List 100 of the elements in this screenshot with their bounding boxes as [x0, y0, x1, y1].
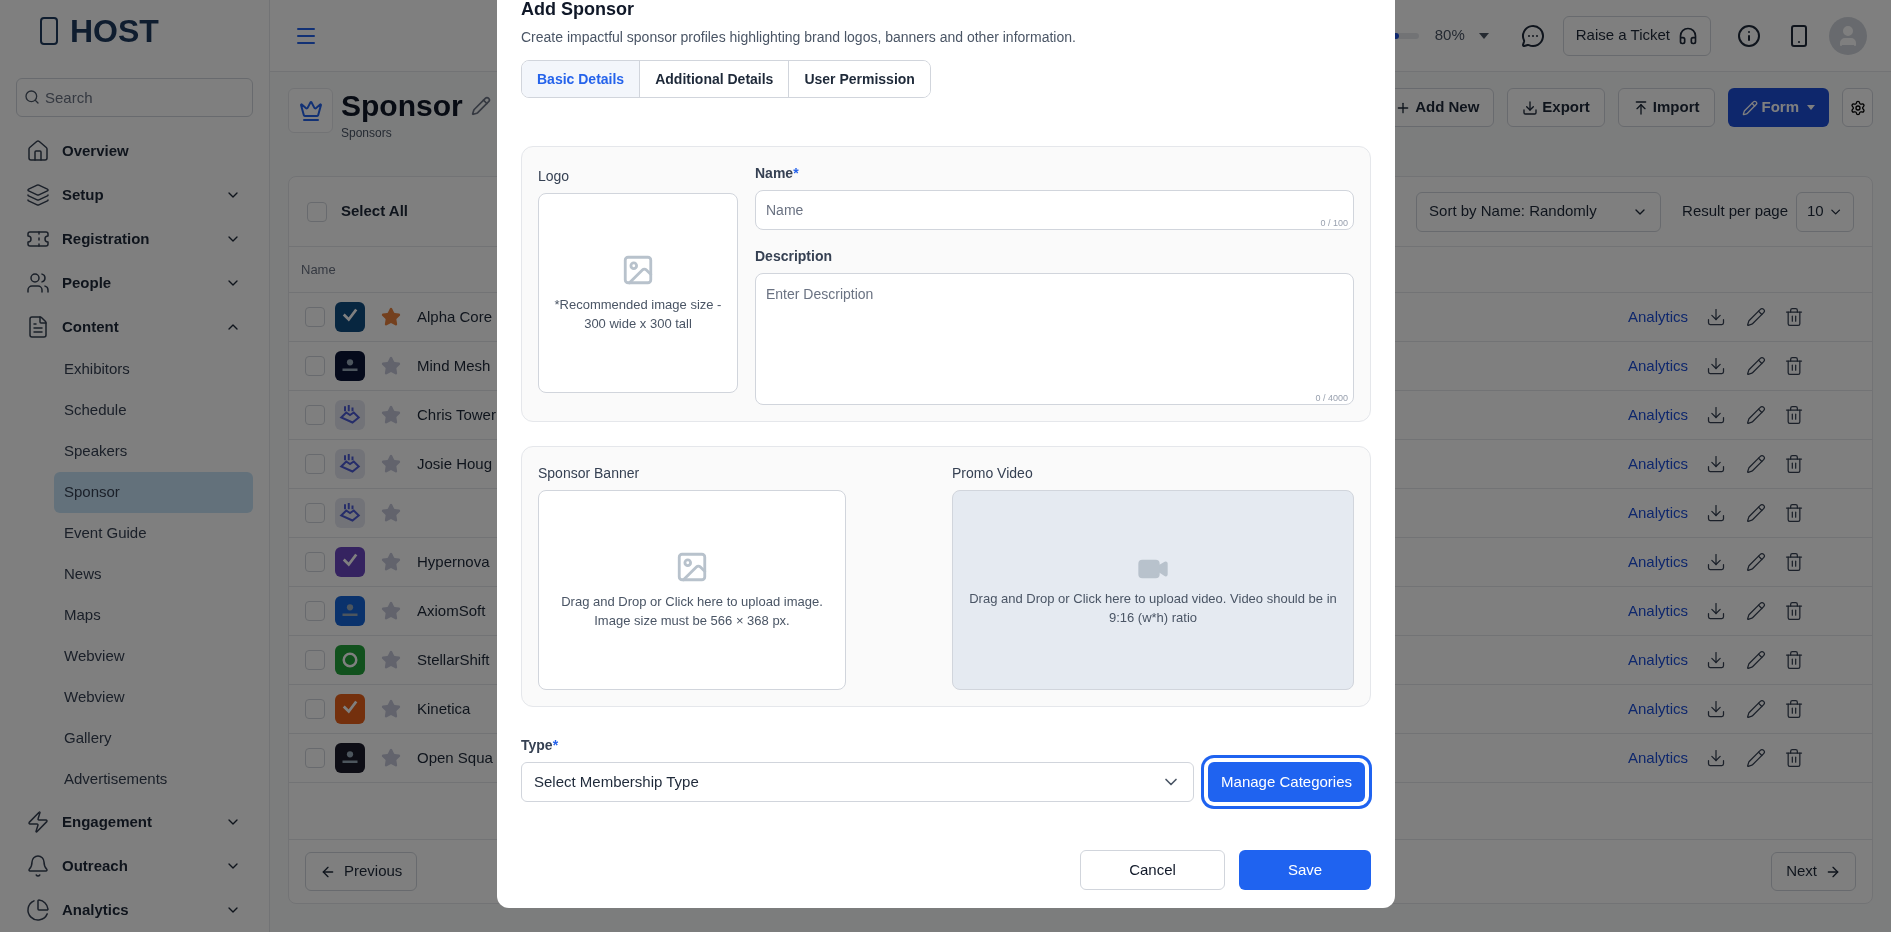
company-logo [335, 449, 365, 479]
video-upload-area[interactable]: Drag and Drop or Click here to upload video. Video should be in 9:16 (w*h) ratio [952, 490, 1354, 690]
star-icon[interactable] [381, 454, 401, 474]
edit-icon[interactable] [1746, 699, 1766, 719]
download-icon[interactable] [1706, 503, 1726, 523]
headphones-icon [1678, 25, 1698, 46]
delete-icon[interactable] [1784, 699, 1804, 719]
edit-icon[interactable] [470, 96, 491, 116]
edit-icon[interactable] [1746, 503, 1766, 523]
tab[interactable]: Basic Details [522, 61, 640, 97]
edit-icon[interactable] [1746, 454, 1766, 474]
delete-icon[interactable] [1784, 552, 1804, 572]
analytics-link[interactable]: Analytics [1627, 697, 1688, 721]
download-icon [1522, 99, 1539, 116]
star-icon[interactable] [381, 405, 401, 425]
star-icon[interactable] [381, 650, 401, 670]
settings-icon [1849, 99, 1866, 116]
settings-button[interactable] [1842, 88, 1873, 127]
sidebar-subitem[interactable]: Webview [54, 677, 253, 718]
field-label: Sponsor Banner [538, 464, 641, 483]
sidebar-subitem[interactable]: Sponsor [54, 472, 253, 513]
star-icon[interactable] [381, 552, 401, 572]
download-icon[interactable] [1706, 405, 1726, 425]
sidebar-subitem[interactable]: Speakers [54, 431, 253, 472]
download-icon[interactable] [1706, 650, 1726, 670]
download-icon[interactable] [1706, 699, 1726, 719]
sidebar-subitem[interactable]: Webview [54, 636, 253, 677]
raise-ticket-button[interactable]: Raise a Ticket [1562, 15, 1711, 56]
sidebar-item[interactable]: Analytics [16, 888, 253, 932]
delete-icon[interactable] [1784, 405, 1804, 425]
action-button[interactable]: Export [1507, 88, 1605, 127]
sidebar-item[interactable]: Outreach [16, 844, 253, 888]
sidebar-item[interactable]: Setup [16, 173, 253, 217]
analytics-link[interactable]: Analytics [1627, 305, 1688, 329]
delete-icon[interactable] [1784, 503, 1804, 523]
delete-icon[interactable] [1784, 650, 1804, 670]
info-icon[interactable] [1737, 23, 1761, 48]
edit-icon[interactable] [1746, 748, 1766, 768]
save-button[interactable]: Save [1239, 850, 1371, 890]
download-icon[interactable] [1706, 748, 1726, 768]
star-icon[interactable] [381, 748, 401, 768]
delete-icon[interactable] [1784, 454, 1804, 474]
brand-name: HOST [70, 12, 159, 51]
sidebar-item[interactable]: Content [16, 305, 253, 349]
document-icon [26, 315, 50, 339]
sidebar-item[interactable]: Registration [16, 217, 253, 261]
pie-chart-icon [26, 898, 50, 922]
analytics-link[interactable]: Analytics [1627, 550, 1688, 574]
star-icon[interactable] [381, 699, 401, 719]
sidebar-item[interactable]: Engagement [16, 800, 253, 844]
bell-icon [26, 854, 50, 878]
analytics-link[interactable]: Analytics [1627, 403, 1688, 427]
star-icon[interactable] [381, 601, 401, 621]
banner-upload-area[interactable]: Drag and Drop or Click here to upload image. Image size must be 566 × 368 px. [538, 490, 846, 690]
star-icon[interactable] [381, 307, 401, 327]
next-button[interactable]: Next [1771, 852, 1856, 891]
delete-icon[interactable] [1784, 601, 1804, 621]
sidebar-subitem[interactable]: Advertisements [54, 759, 253, 800]
star-icon[interactable] [381, 356, 401, 376]
sidebar-subitem[interactable]: Maps [54, 595, 253, 636]
sort-select[interactable]: Sort by Name: Randomly [1416, 191, 1662, 232]
star-icon[interactable] [381, 503, 401, 523]
sidebar-subitem[interactable]: Exhibitors [54, 349, 253, 390]
caret-icon[interactable] [1478, 32, 1489, 39]
sidebar-subitem[interactable]: Gallery [54, 718, 253, 759]
membership-type-select[interactable]: Select Membership Type [521, 762, 1195, 802]
analytics-link[interactable]: Analytics [1627, 501, 1688, 525]
action-button[interactable]: Import [1617, 88, 1715, 127]
sidebar-subitem[interactable]: Schedule [54, 390, 253, 431]
chat-icon[interactable] [1520, 23, 1545, 48]
tab[interactable]: User Permission [788, 61, 930, 97]
logo-upload-area[interactable]: *Recommended image size - 300 wide x 300 tall [538, 193, 738, 393]
edit-icon[interactable] [1746, 307, 1766, 327]
download-icon[interactable] [1706, 552, 1726, 572]
download-icon[interactable] [1706, 454, 1726, 474]
edit-icon[interactable] [1746, 356, 1766, 376]
analytics-link[interactable]: Analytics [1627, 599, 1688, 623]
edit-icon[interactable] [1746, 650, 1766, 670]
analytics-link[interactable]: Analytics [1627, 746, 1688, 770]
delete-icon[interactable] [1784, 307, 1804, 327]
download-icon[interactable] [1706, 356, 1726, 376]
delete-icon[interactable] [1784, 356, 1804, 376]
analytics-link[interactable]: Analytics [1627, 648, 1688, 672]
sidebar-item[interactable]: Overview [16, 129, 253, 173]
sidebar-subitem[interactable]: News [54, 554, 253, 595]
edit-icon[interactable] [1746, 601, 1766, 621]
delete-icon[interactable] [1784, 748, 1804, 768]
edit-icon[interactable] [1746, 405, 1766, 425]
analytics-link[interactable]: Analytics [1627, 452, 1688, 476]
download-icon[interactable] [1706, 307, 1726, 327]
download-icon[interactable] [1706, 601, 1726, 621]
edit-icon[interactable] [1746, 552, 1766, 572]
analytics-link[interactable]: Analytics [1627, 354, 1688, 378]
action-button[interactable]: Form [1727, 88, 1829, 127]
search-field[interactable]: Search [16, 78, 253, 117]
sidebar-subitem[interactable]: Event Guide [54, 513, 253, 554]
sidebar-item[interactable]: People [16, 261, 253, 305]
per-page-select[interactable]: 10 [1796, 191, 1854, 232]
cancel-button[interactable]: Cancel [1080, 850, 1225, 890]
previous-button[interactable]: Previous [305, 852, 418, 891]
